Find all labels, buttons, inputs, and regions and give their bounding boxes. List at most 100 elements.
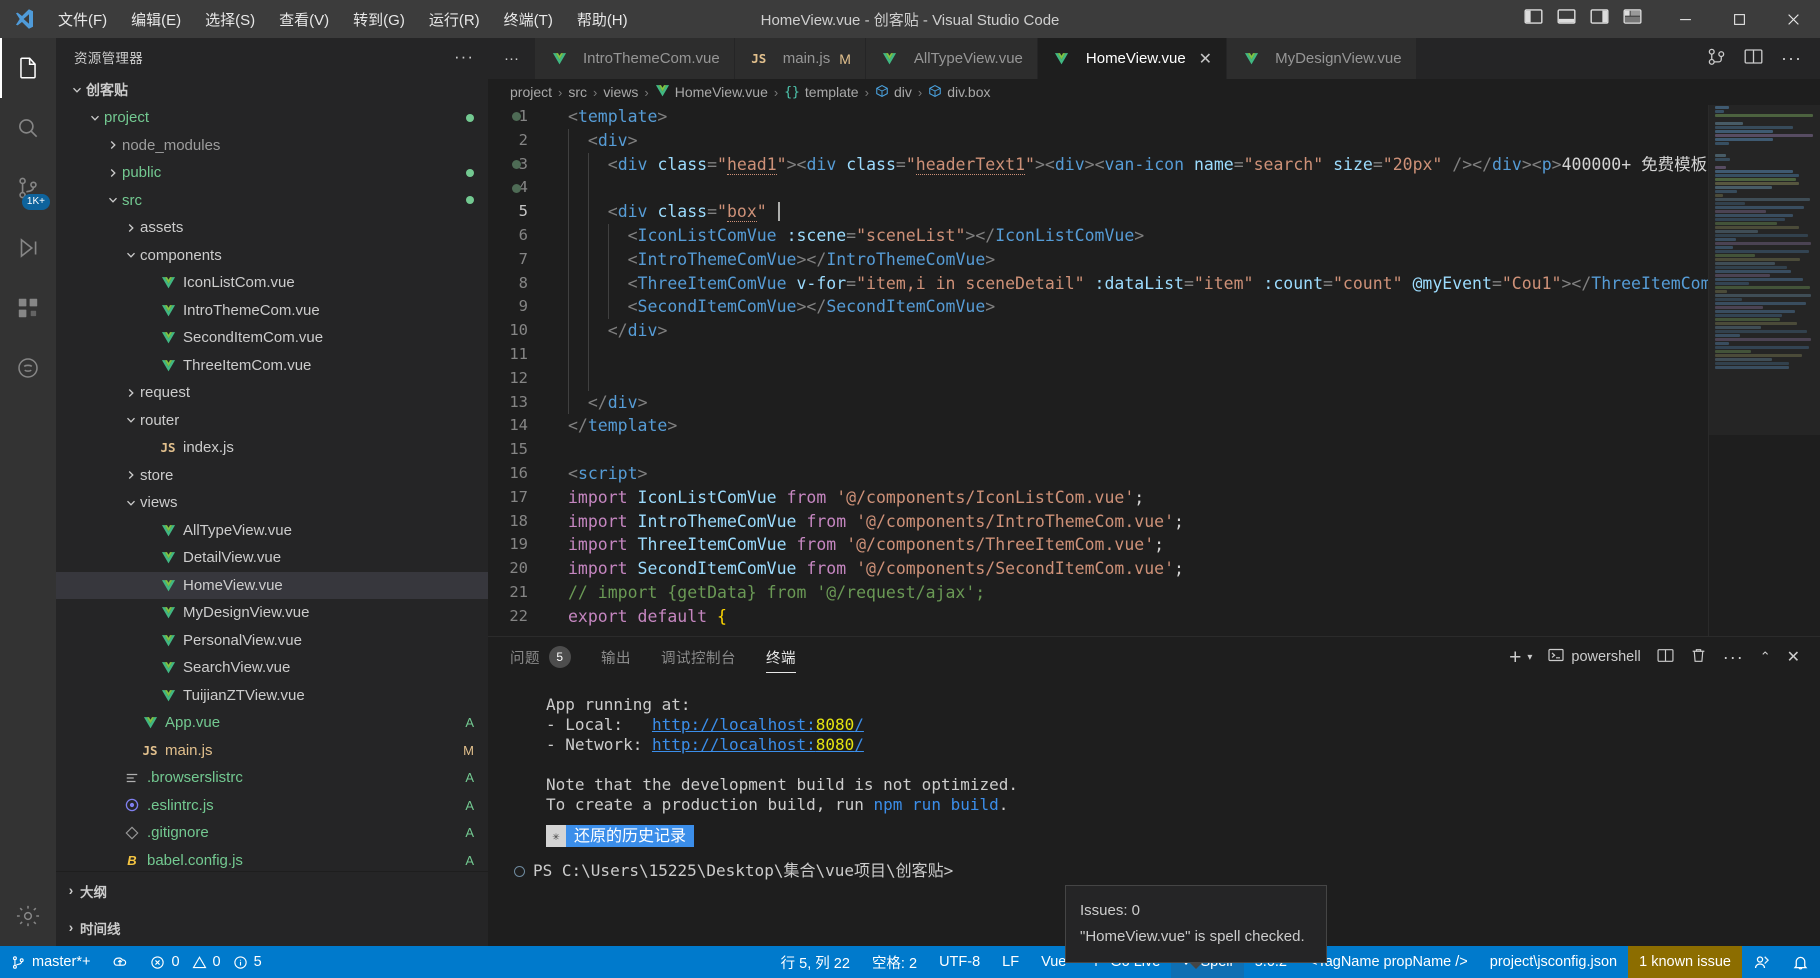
editor-more-actions-icon[interactable]: ··· <box>1781 48 1802 69</box>
status-notifications[interactable] <box>1781 946 1820 978</box>
chevron-down-icon[interactable] <box>122 497 140 509</box>
tree-item-browserslistrc[interactable]: .browserslistrc A <box>56 764 488 792</box>
toggle-primary-sidebar-icon[interactable] <box>1524 7 1543 31</box>
customize-layout-icon[interactable] <box>1623 7 1642 31</box>
breadcrumb-item-div-box[interactable]: div.box <box>928 84 991 101</box>
chevron-down-icon[interactable] <box>86 112 104 124</box>
trash-icon[interactable] <box>1690 647 1707 667</box>
chevron-right-icon[interactable] <box>122 469 140 481</box>
editor-tab-alltypeview-vue[interactable]: AllTypeView.vue <box>865 38 1038 79</box>
code-line[interactable]: 4 <box>488 176 1820 201</box>
section-outline[interactable]: › 大纲 <box>56 872 488 909</box>
tree-item-eslintrc-js[interactable]: .eslintrc.js A <box>56 792 488 820</box>
tree-item-seconditemcom-vue[interactable]: SecondItemCom.vue <box>56 324 488 352</box>
menu-help[interactable]: 帮助(H) <box>565 5 640 34</box>
chevron-right-icon[interactable] <box>104 167 122 179</box>
chevron-down-icon[interactable] <box>122 414 140 426</box>
breakpoint-glyph[interactable] <box>512 183 521 193</box>
code-editor[interactable]: 1 <template> 2 <div> 3 <div class="head1"><… <box>488 105 1820 636</box>
code-line[interactable]: 10 </div> <box>488 319 1820 343</box>
tree-item-main-js[interactable]: JS main.js M <box>56 737 488 765</box>
panel-tab-output[interactable]: 输出 <box>601 637 631 677</box>
open-changes-icon[interactable] <box>1707 47 1726 71</box>
panel-tab-problems[interactable]: 问题 5 <box>510 637 571 677</box>
code-line[interactable]: 2 <div> <box>488 128 1820 153</box>
status-jsconfig[interactable]: project\jsconfig.json <box>1479 946 1628 978</box>
sidebar-item-run-and-debug[interactable] <box>0 218 56 278</box>
section-timeline[interactable]: › 时间线 <box>56 909 488 946</box>
code-line[interactable]: 8 <ThreeItemComVue v-for="item,i in scen… <box>488 271 1820 296</box>
tree-item-[interactable]: 创客贴 <box>56 77 488 105</box>
menu-terminal[interactable]: 终端(T) <box>492 5 565 34</box>
code-line[interactable]: 20 import SecondItemComVue from '@/compon… <box>488 557 1820 581</box>
tree-item-project[interactable]: project <box>56 104 488 132</box>
editor-tab-mydesignview-vue[interactable]: MyDesignView.vue <box>1227 38 1417 79</box>
panel-tab-debug-console[interactable]: 调试控制台 <box>661 637 736 677</box>
code-line[interactable]: 18 import IntroThemeComVue from '@/compon… <box>488 510 1820 534</box>
code-lines[interactable]: 1 <template> 2 <div> 3 <div class="head1"><… <box>488 105 1820 636</box>
status-indentation[interactable]: 空格: 2 <box>861 946 928 978</box>
sidebar-item-copilot[interactable] <box>0 338 56 398</box>
tree-item-node-modules[interactable]: node_modules <box>56 132 488 160</box>
file-tree[interactable]: 创客贴 project node_modules public src assets com… <box>56 77 488 871</box>
sidebar-item-source-control[interactable]: 1K+ <box>0 158 56 218</box>
sidebar-item-explorer[interactable] <box>0 38 56 98</box>
chevron-down-icon[interactable] <box>68 84 86 96</box>
editor-tab-homeview-vue[interactable]: HomeView.vue ✕ <box>1037 38 1228 79</box>
menu-selection[interactable]: 选择(S) <box>193 5 267 34</box>
minimap[interactable] <box>1708 105 1820 636</box>
tree-item-router[interactable]: router <box>56 407 488 435</box>
chevron-down-icon[interactable] <box>104 194 122 206</box>
status-sync[interactable] <box>101 946 139 978</box>
tree-item-request[interactable]: request <box>56 379 488 407</box>
toggle-panel-icon[interactable] <box>1557 7 1576 31</box>
menu-view[interactable]: 查看(V) <box>267 5 341 34</box>
menu-file[interactable]: 文件(F) <box>46 5 119 34</box>
code-line[interactable]: 6 <IconListComVue :scene="sceneList"></I… <box>488 223 1820 248</box>
chevron-up-icon[interactable]: ⌃ <box>1760 649 1771 665</box>
code-line[interactable]: 16 <script> <box>488 462 1820 486</box>
terminal-selector[interactable]: powershell <box>1548 647 1641 667</box>
status-eol[interactable]: LF <box>991 946 1030 978</box>
code-line[interactable]: 9 <SecondItemComVue></SecondItemComVue> <box>488 295 1820 320</box>
code-line[interactable]: 1 <template> <box>488 105 1820 129</box>
panel-tab-terminal[interactable]: 终端 <box>766 637 796 677</box>
close-button[interactable] <box>1766 0 1820 38</box>
code-line[interactable]: 5 <div class="box" <box>488 200 1820 224</box>
tree-item-iconlistcom-vue[interactable]: IconListCom.vue <box>56 269 488 297</box>
tree-item-tuijianztview-vue[interactable]: TuijianZTView.vue <box>56 682 488 710</box>
code-line[interactable]: 14 </template> <box>488 414 1820 438</box>
gear-icon[interactable] <box>0 886 56 946</box>
code-line[interactable]: 13 </div> <box>488 390 1820 415</box>
breadcrumb-item-src[interactable]: src <box>568 84 587 100</box>
sidebar-item-search[interactable] <box>0 98 56 158</box>
tree-item-searchview-vue[interactable]: SearchView.vue <box>56 654 488 682</box>
panel-more-actions-icon[interactable]: ··· <box>1723 647 1744 668</box>
chevron-right-icon[interactable] <box>122 387 140 399</box>
tree-item-components[interactable]: components <box>56 242 488 270</box>
tabs-overflow-button[interactable]: ··· <box>488 38 535 79</box>
tree-item-store[interactable]: store <box>56 462 488 490</box>
tree-item-introthemecom-vue[interactable]: IntroThemeCom.vue <box>56 297 488 325</box>
menu-bar[interactable]: 文件(F) 编辑(E) 选择(S) 查看(V) 转到(G) 运行(R) 终端(T… <box>46 5 640 34</box>
chevron-right-icon[interactable] <box>122 222 140 234</box>
breadcrumb-item-homeview-vue[interactable]: HomeView.vue <box>655 83 768 101</box>
code-line[interactable]: 19 import ThreeItemComVue from '@/compone… <box>488 533 1820 557</box>
breadcrumb-item-project[interactable]: project <box>510 84 552 100</box>
tree-item-src[interactable]: src <box>56 187 488 215</box>
tree-item-views[interactable]: views <box>56 489 488 517</box>
network-url-link[interactable]: http://localhost:8080/ <box>652 735 864 754</box>
code-line[interactable]: 21 // import {getData} from '@/request/aj… <box>488 581 1820 605</box>
tree-item-babel-config-js[interactable]: Bbabel.config.js A <box>56 847 488 871</box>
tree-item-mydesignview-vue[interactable]: MyDesignView.vue <box>56 599 488 627</box>
editor-tab-main-js[interactable]: JS main.js M <box>734 38 866 79</box>
status-known-issue[interactable]: 1 known issue <box>1628 946 1742 978</box>
chevron-right-icon[interactable] <box>104 139 122 151</box>
code-line[interactable]: 22 export default { <box>488 605 1820 629</box>
code-line[interactable]: 17 import IconListComVue from '@/componen… <box>488 486 1820 510</box>
sidebar-item-extensions[interactable] <box>0 278 56 338</box>
breadcrumb-item-div[interactable]: div <box>875 84 912 101</box>
code-line[interactable]: 11 <box>488 342 1820 367</box>
chevron-down-icon[interactable]: ▾ <box>1527 652 1532 663</box>
restore-history-badge[interactable]: ✳ 还原的历史记录 <box>546 825 695 847</box>
